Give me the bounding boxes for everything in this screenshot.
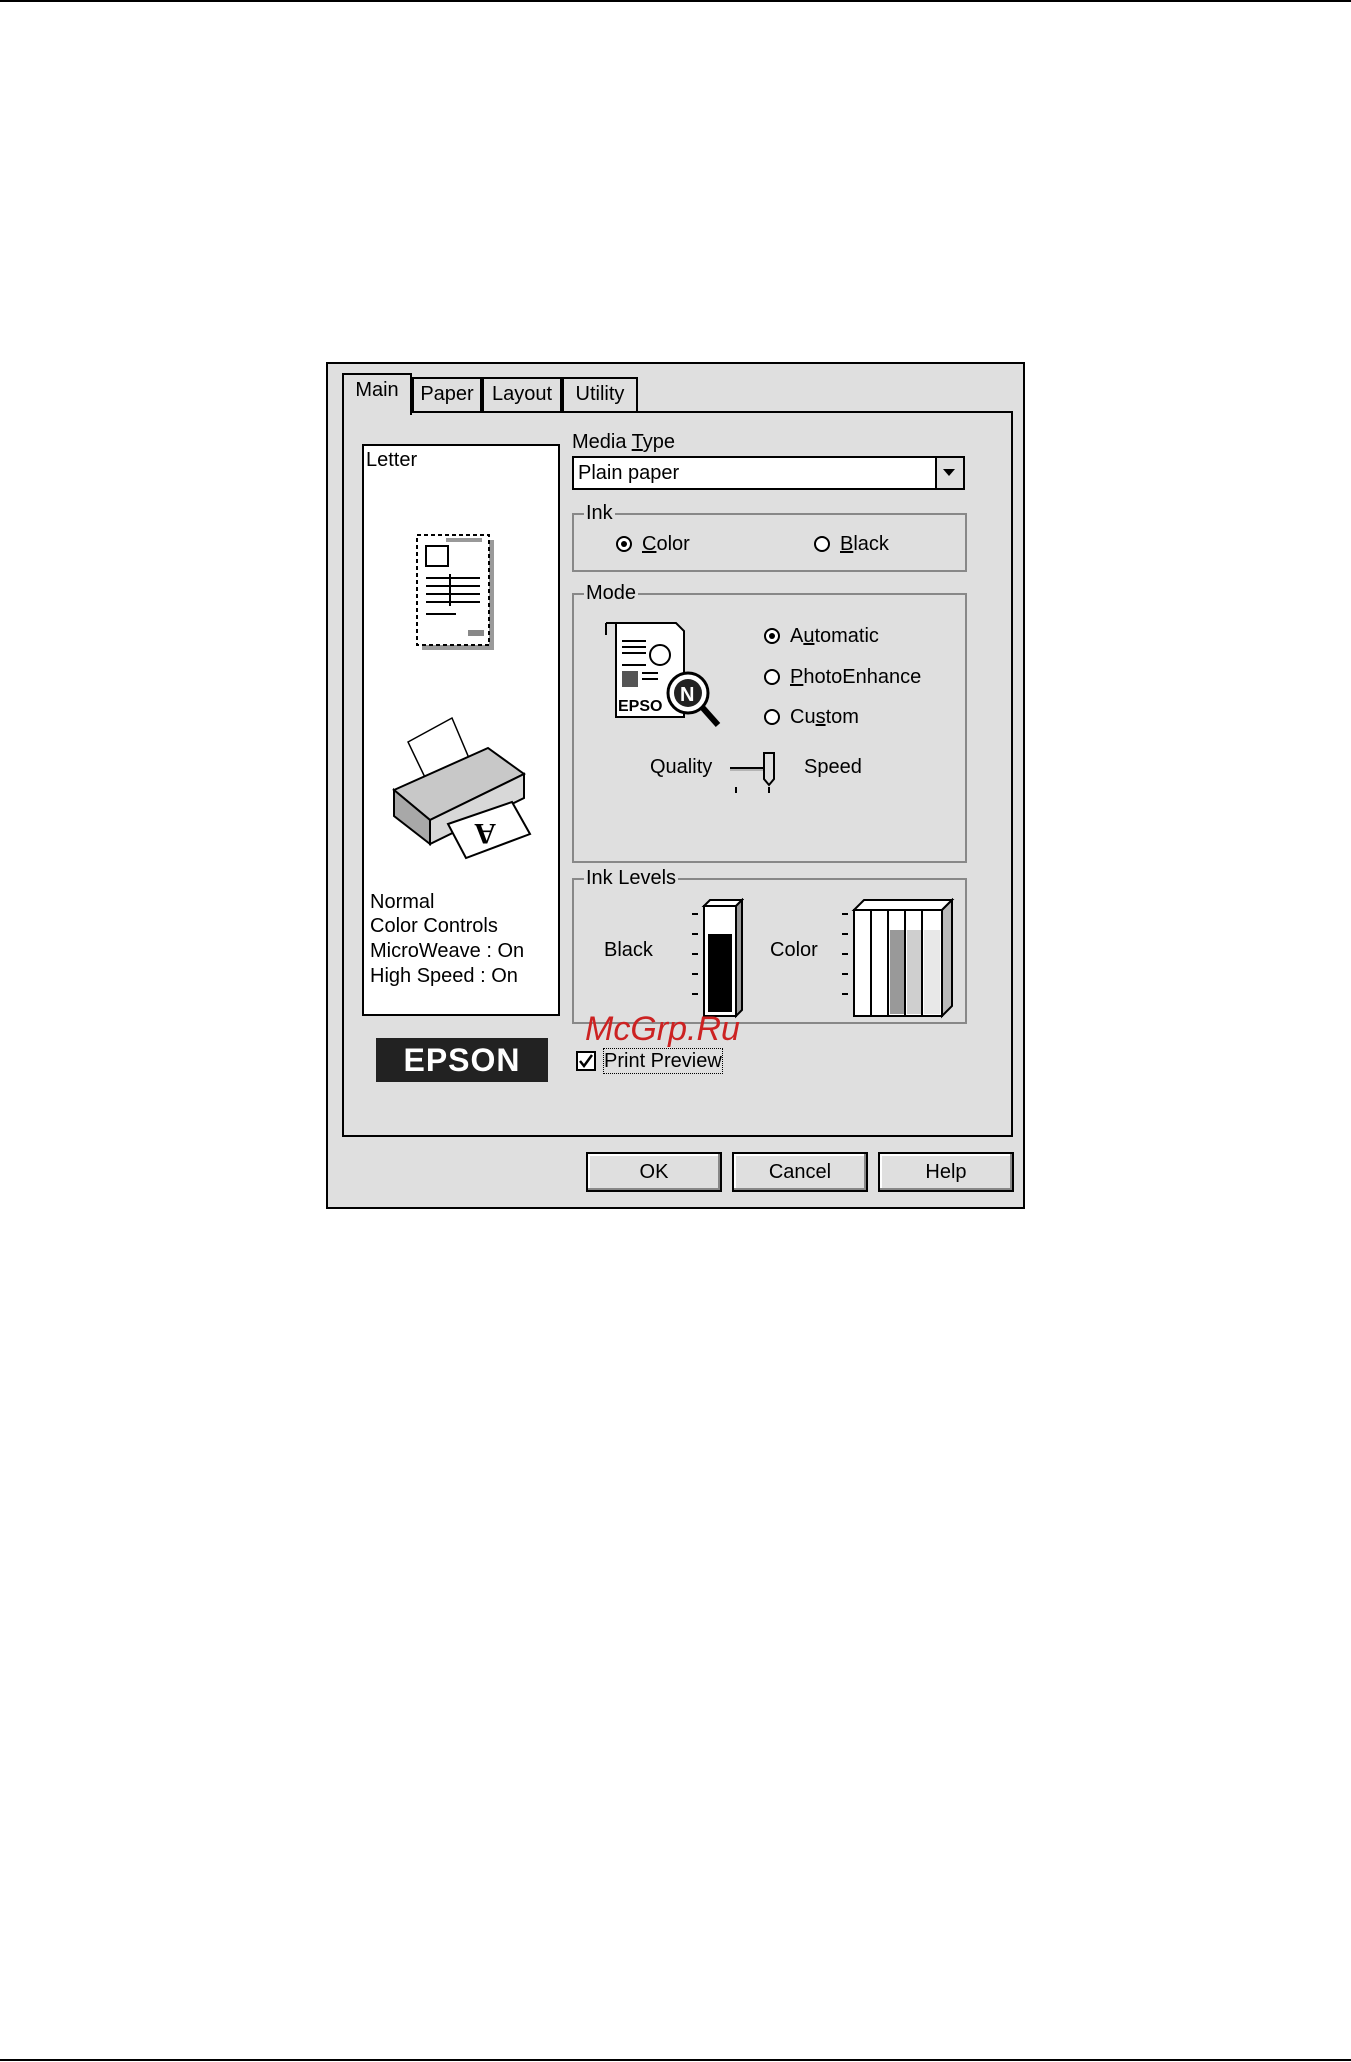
media-type-value: Plain paper [578, 462, 680, 484]
document-icon [416, 534, 494, 650]
tab-paper[interactable]: Paper [412, 377, 482, 411]
mode-custom-label[interactable]: Custom [790, 705, 859, 729]
status-line-quality: Normal [370, 891, 435, 913]
color-ink-level-icon [842, 898, 955, 1019]
slider-speed-label: Speed [804, 756, 862, 778]
tab-layout[interactable]: Layout [482, 377, 562, 411]
watermark-text: McGrp.Ru [585, 1010, 740, 1048]
mode-automatic-radio[interactable] [764, 628, 780, 644]
black-ink-level-icon [692, 898, 744, 1019]
printer-icon: A [392, 716, 532, 860]
black-ink-label: Black [604, 939, 653, 961]
print-preview-label[interactable]: Print Preview [603, 1048, 723, 1074]
ink-group-label: Ink [584, 500, 615, 526]
tab-utility[interactable]: Utility [562, 377, 638, 411]
mode-icon-text: EPSO [618, 698, 662, 715]
ink-color-radio[interactable] [616, 536, 632, 552]
ink-color-label[interactable]: Color [642, 532, 690, 556]
status-line-microweave: MicroWeave : On [370, 940, 525, 962]
epson-logo: EPSON [376, 1038, 548, 1082]
color-ink-label: Color [770, 939, 818, 961]
mode-preview-icon: EPSO N [605, 622, 721, 727]
ok-button[interactable]: OK [586, 1152, 722, 1192]
dropdown-button[interactable] [935, 458, 963, 488]
help-button[interactable]: Help [878, 1152, 1014, 1192]
cancel-button[interactable]: Cancel [732, 1152, 868, 1192]
mode-photoenhance-label[interactable]: PhotoEnhance [790, 665, 921, 689]
checkmark-icon [579, 1054, 594, 1069]
chevron-down-icon [943, 469, 955, 476]
ink-levels-group-label: Ink Levels [584, 865, 679, 891]
svg-text:A: A [474, 817, 496, 850]
tab-main[interactable]: Main [342, 373, 412, 415]
mode-icon-badge: N [680, 684, 694, 706]
status-line-color: Color Controls [370, 915, 498, 937]
ink-black-label[interactable]: Black [840, 532, 889, 556]
mode-photoenhance-radio[interactable] [764, 669, 780, 685]
ink-black-radio[interactable] [814, 536, 830, 552]
mode-automatic-label[interactable]: Automatic [790, 624, 879, 648]
page-bottom-rule [0, 2059, 1351, 2061]
ink-group: Ink Color Black [572, 500, 967, 572]
slider-thumb[interactable] [763, 752, 775, 787]
paper-size-label: Letter [366, 449, 418, 471]
slider-quality-label: Quality [650, 756, 713, 778]
status-line-highspeed: High Speed : On [370, 965, 518, 987]
settings-preview: Letter A Normal Color Controls MicroWeav… [362, 444, 560, 1016]
ink-levels-group: Ink Levels Black Color [572, 865, 967, 1024]
mode-group: Mode EPSO N Automatic PhotoEnhance Custo… [572, 580, 967, 863]
media-type-label: Media Type [572, 431, 676, 453]
print-preview-checkbox[interactable] [576, 1051, 596, 1071]
page-top-rule [0, 0, 1351, 2]
mode-group-label: Mode [584, 580, 639, 606]
mode-custom-radio[interactable] [764, 709, 780, 725]
media-type-dropdown[interactable]: Plain paper [572, 456, 965, 490]
printer-properties-dialog: Main Paper Layout Utility Letter A Norma… [326, 362, 1025, 1209]
quality-speed-slider[interactable] [728, 751, 788, 797]
